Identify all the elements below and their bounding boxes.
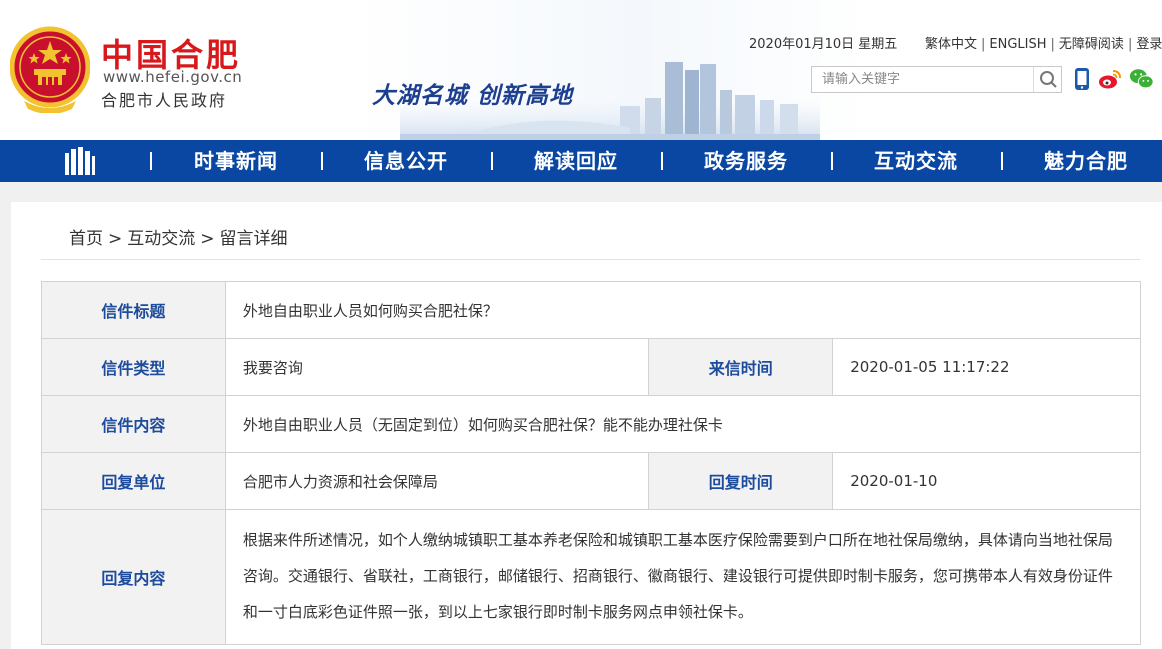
nav-item-charm-hefei[interactable]: 魅力合肥 [1006,140,1162,182]
search-input[interactable] [812,67,1034,92]
reply-unit-label: 回复单位 [41,452,226,510]
table-row: 回复内容 根据来件所述情况，如个人缴纳城镇职工基本养老保险和城镇职工基本医疗保险… [41,509,1142,645]
top-links: 繁体中文 | ENGLISH | 无障碍阅读 | 登录 [925,37,1162,52]
title-label: 信件标题 [41,281,226,339]
breadcrumb-current: 留言详细 [219,229,288,249]
breadcrumb-interaction[interactable]: 互动交流 [127,229,195,249]
breadcrumb: 首页 > 互动交流 > 留言详细 [69,229,288,249]
reply-content-value: 根据来件所述情况，如个人缴纳城镇职工基本养老保险和城镇职工基本医疗保险需要到户口… [224,509,1142,645]
slogan: 大湖名城 创新高地 [372,82,574,109]
table-row: 信件类型 我要咨询 来信时间 2020-01-05 11:17:22 [41,338,1141,396]
nav-separator [150,152,152,170]
building-icon[interactable] [63,147,97,175]
title-value: 外地自由职业人员如何购买合肥社保？ [224,281,1142,339]
national-emblem-icon[interactable] [10,25,90,113]
time-value: 2020-01-05 11:17:22 [832,338,1141,396]
breadcrumb-home[interactable]: 首页 [69,229,103,249]
weibo-icon[interactable] [1097,66,1123,92]
nav-item-news[interactable]: 时事新闻 [156,140,316,182]
type-label: 信件类型 [41,338,226,396]
nav-item-gov-services[interactable]: 政务服务 [666,140,826,182]
search-icon [1040,71,1057,88]
nav-separator [491,152,493,170]
logo-subtitle: 合肥市人民政府 [101,91,228,110]
site-header: 中国合肥 www.hefei.gov.cn 合肥市人民政府 大湖名城 创新高地 … [0,0,1162,140]
reply-unit-value: 合肥市人力资源和社会保障局 [224,452,650,510]
reply-time-value: 2020-01-10 [832,452,1141,510]
search-box [811,66,1062,93]
reply-time-label: 回复时间 [648,452,834,510]
link-login[interactable]: 登录 [1136,37,1162,52]
search-button[interactable] [1033,67,1061,92]
nav-separator [321,152,323,170]
content-label: 信件内容 [41,395,226,453]
nav-item-interaction[interactable]: 互动交流 [836,140,996,182]
table-row: 回复单位 合肥市人力资源和社会保障局 回复时间 2020-01-10 [41,452,1141,510]
reply-content-label: 回复内容 [41,509,226,645]
main-nav: 时事新闻 信息公开 解读回应 政务服务 互动交流 魅力合肥 [0,140,1162,182]
time-label: 来信时间 [648,338,834,396]
logo-url: www.hefei.gov.cn [103,68,243,86]
content-value: 外地自由职业人员（无固定到位）如何购买合肥社保？能不能办理社保卡 [224,395,1142,453]
link-traditional-chinese[interactable]: 繁体中文 [925,37,977,52]
table-row: 信件标题 外地自由职业人员如何购买合肥社保？ [41,281,1142,339]
current-date: 2020年01月10日 星期五 [749,37,898,52]
mobile-icon[interactable] [1069,66,1095,92]
nav-separator [831,152,833,170]
nav-item-info-disclosure[interactable]: 信息公开 [326,140,486,182]
link-accessibility[interactable]: 无障碍阅读 [1059,37,1124,52]
nav-separator [661,152,663,170]
breadcrumb-divider [41,259,1140,260]
type-value: 我要咨询 [224,338,650,396]
letter-detail-table: 信件标题 外地自由职业人员如何购买合肥社保？ 信件类型 我要咨询 来信时间 20… [41,281,1142,645]
nav-item-interpretation[interactable]: 解读回应 [496,140,656,182]
table-row: 信件内容 外地自由职业人员（无固定到位）如何购买合肥社保？能不能办理社保卡 [41,395,1142,453]
link-english[interactable]: ENGLISH [989,37,1046,52]
nav-separator [1001,152,1003,170]
wechat-icon[interactable] [1129,66,1155,92]
